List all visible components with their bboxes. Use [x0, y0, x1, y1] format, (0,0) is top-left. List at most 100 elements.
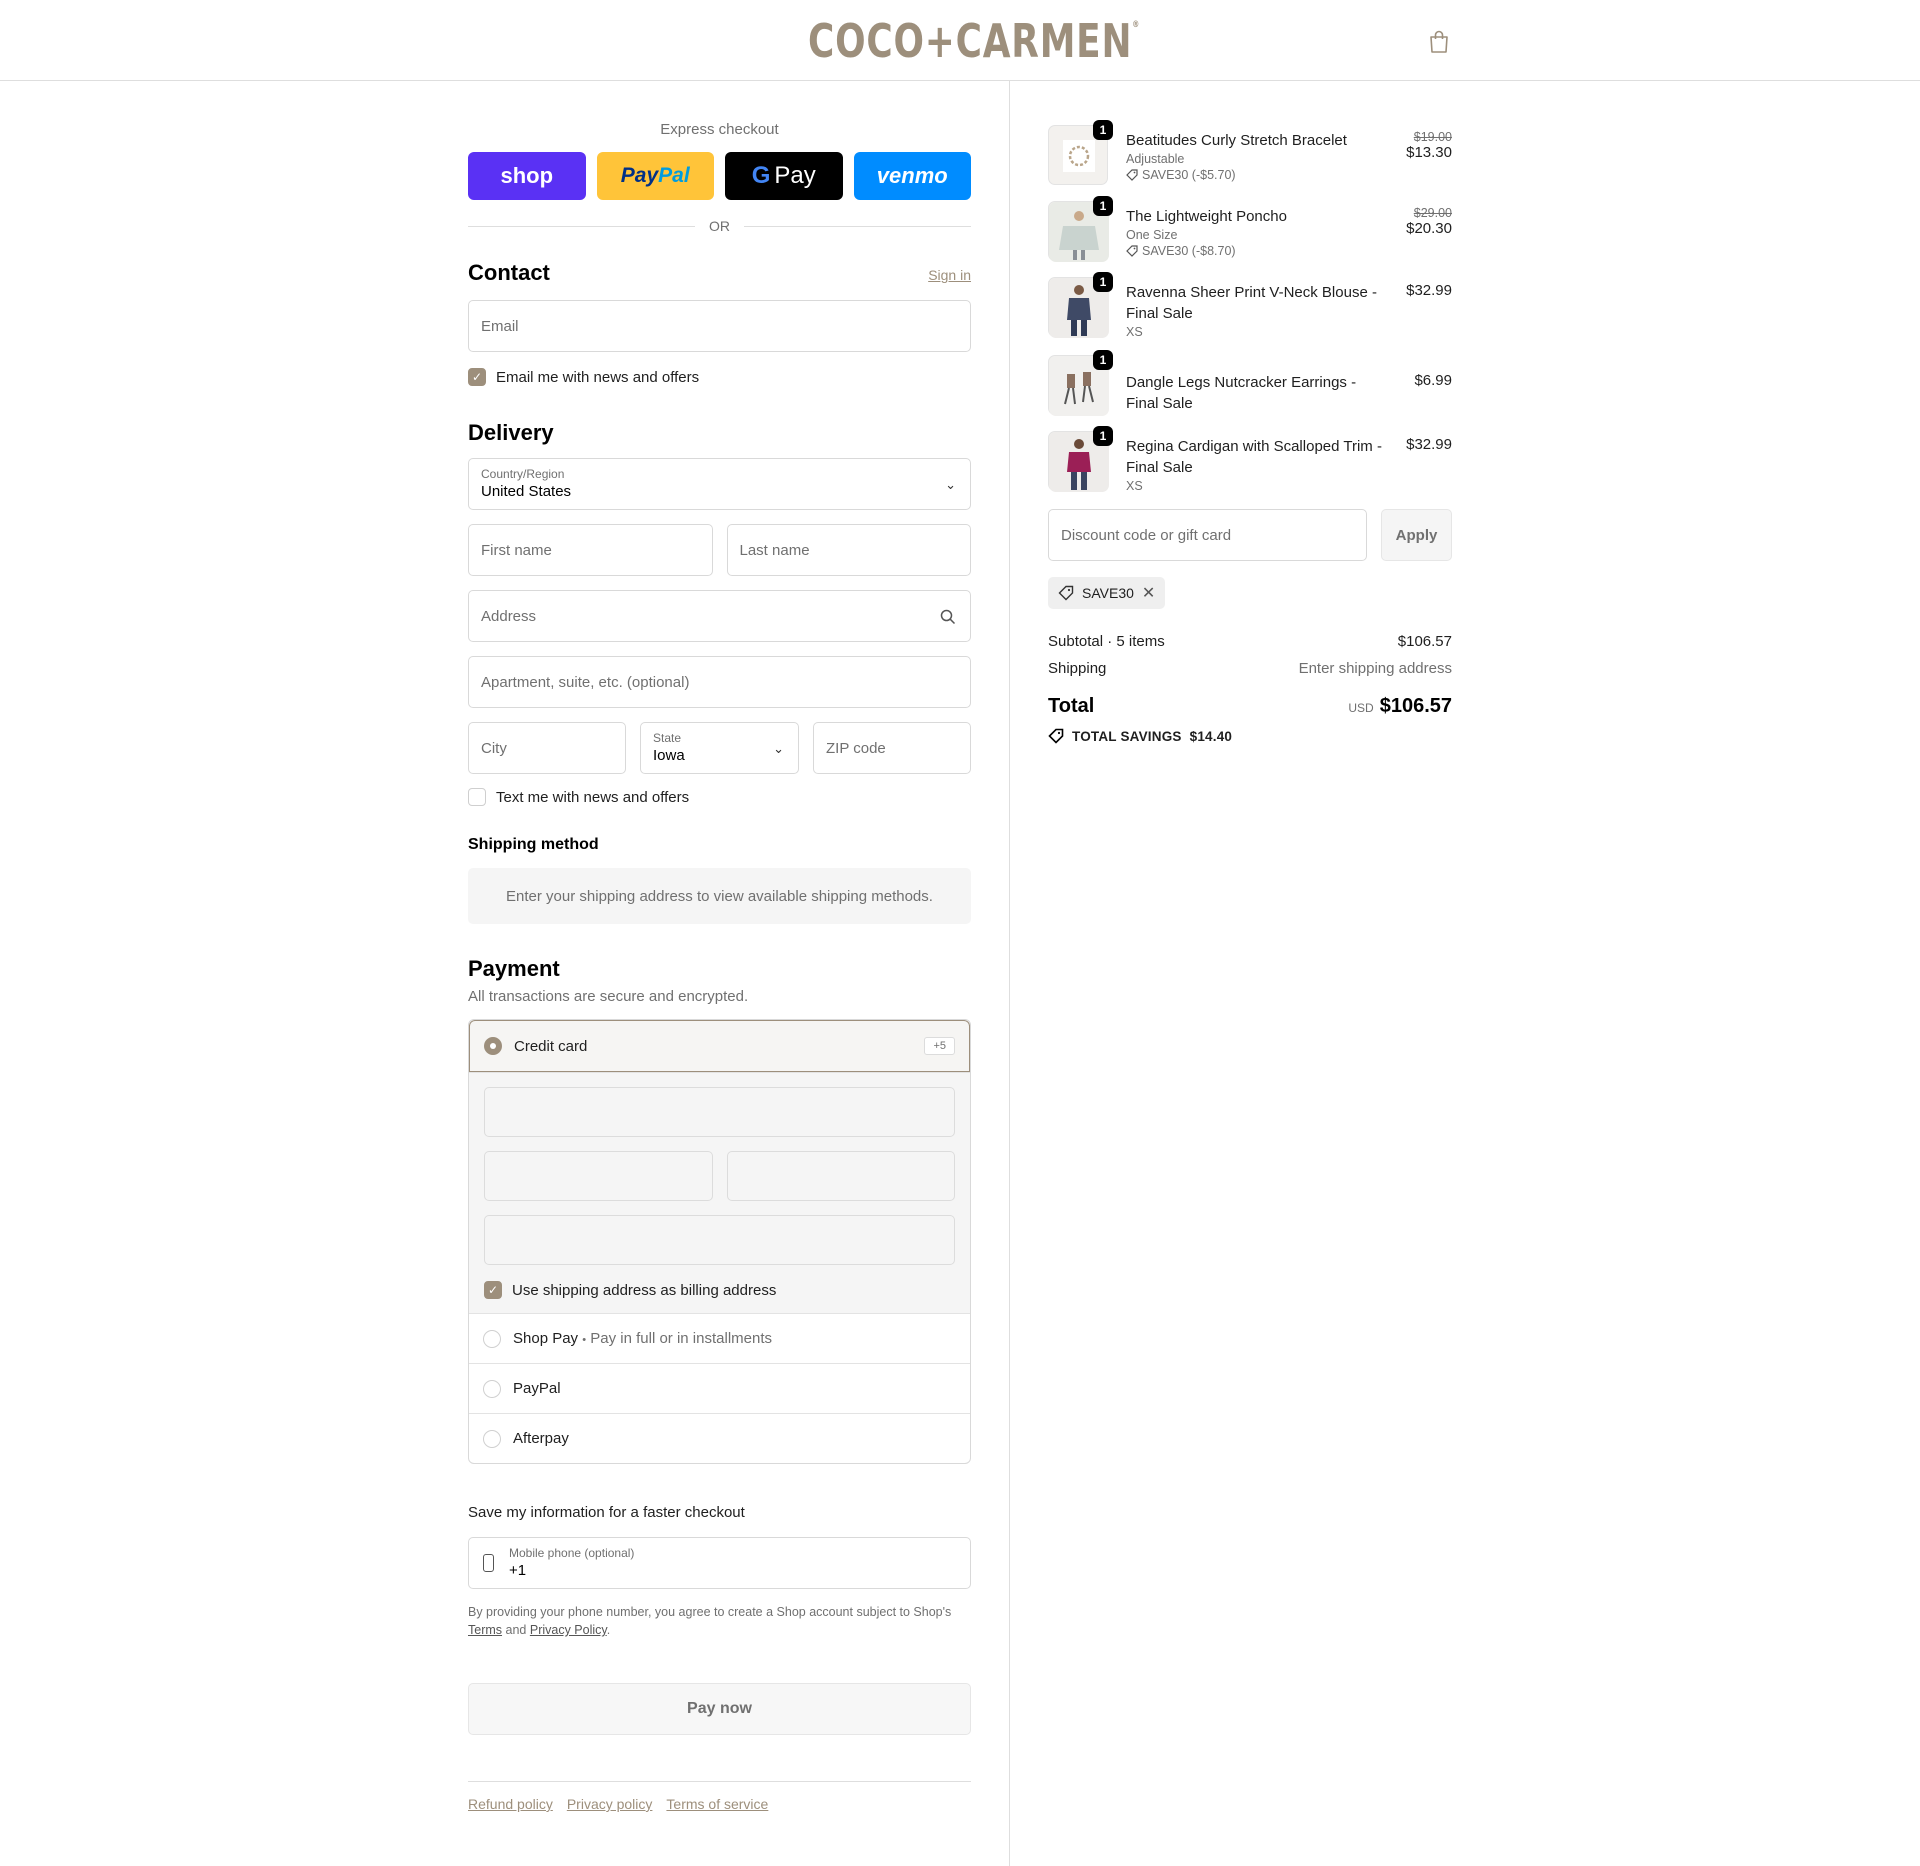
item-variant: XS: [1126, 479, 1143, 493]
radio-unselected-icon[interactable]: [483, 1429, 501, 1448]
email-news-checkbox-row[interactable]: ✓ Email me with news and offers: [468, 368, 971, 386]
quantity-badge: 1: [1093, 272, 1113, 292]
text-news-checkbox-row[interactable]: Text me with news and offers: [468, 788, 971, 806]
venmo-button[interactable]: venmo: [853, 152, 971, 200]
shop-pay-button[interactable]: shop: [468, 152, 586, 200]
refund-policy-link[interactable]: Refund policy: [468, 1796, 553, 1812]
mobile-phone-icon: [483, 1554, 494, 1572]
card-expiry-field[interactable]: [484, 1151, 713, 1201]
contact-title: Contact: [468, 260, 550, 285]
google-pay-button[interactable]: G Pay: [725, 152, 843, 200]
payment-option-paypal[interactable]: PayPal: [469, 1363, 970, 1413]
shipping-method-title: Shipping method: [468, 836, 599, 853]
order-item: 1 The Lightweight Poncho One Size SAVE30…: [1048, 196, 1452, 262]
payment-option-credit-card[interactable]: Credit card +5: [469, 1020, 970, 1072]
checkbox-unchecked-icon[interactable]: [468, 788, 486, 806]
checkbox-checked-icon[interactable]: ✓: [484, 1281, 502, 1299]
total-row: Total USD $106.57: [1048, 695, 1452, 717]
quantity-badge: 1: [1093, 196, 1113, 216]
state-select[interactable]: State Iowa ⌄: [640, 722, 799, 774]
item-name: The Lightweight Poncho: [1126, 208, 1287, 225]
checkbox-checked-icon[interactable]: ✓: [468, 368, 486, 386]
product-image: 1: [1048, 196, 1113, 262]
checkout-header: COCO+CARMEN®: [0, 0, 1920, 81]
item-price: $32.99: [1406, 282, 1452, 299]
item-variant: One Size: [1126, 228, 1178, 242]
remove-discount-icon[interactable]: ✕: [1142, 583, 1155, 603]
tag-icon: [1126, 245, 1138, 257]
item-discount: SAVE30 (-$5.70): [1126, 168, 1392, 182]
sign-in-link[interactable]: Sign in: [928, 267, 971, 283]
zip-field[interactable]: ZIP code: [813, 722, 971, 774]
item-variant: Adjustable: [1126, 152, 1185, 166]
shipping-method-message: Enter your shipping address to view avai…: [468, 868, 971, 924]
address-field[interactable]: Address: [468, 590, 971, 642]
quantity-badge: 1: [1093, 350, 1113, 370]
tag-icon: [1126, 169, 1138, 181]
card-name-field[interactable]: [484, 1215, 955, 1265]
radio-unselected-icon[interactable]: [483, 1379, 501, 1398]
item-name: Regina Cardigan with Scalloped Trim - Fi…: [1126, 438, 1382, 476]
item-price: $6.99: [1414, 372, 1452, 389]
chevron-down-icon: ⌄: [773, 741, 784, 756]
item-name: Ravenna Sheer Print V-Neck Blouse - Fina…: [1126, 284, 1377, 322]
product-image: 1: [1048, 272, 1113, 338]
product-image: 1: [1048, 120, 1113, 185]
payment-options: Credit card +5 ✓ Use shipping address as…: [468, 1019, 971, 1464]
payment-option-afterpay[interactable]: Afterpay: [469, 1413, 970, 1463]
payment-option-shop-pay[interactable]: Shop Pay • Pay in full or in installment…: [469, 1313, 970, 1363]
mobile-phone-field[interactable]: Mobile phone (optional) +1: [468, 1537, 971, 1589]
last-name-field[interactable]: Last name: [726, 524, 971, 576]
express-checkout-title: Express checkout: [660, 121, 779, 138]
first-name-field[interactable]: First name: [468, 524, 713, 576]
pay-now-button[interactable]: Pay now: [468, 1683, 971, 1735]
apply-discount-button[interactable]: Apply: [1381, 509, 1452, 561]
item-price: $19.00 $13.30: [1406, 130, 1452, 161]
shopping-bag-icon[interactable]: [1428, 30, 1450, 54]
quantity-badge: 1: [1093, 120, 1113, 140]
billing-address-checkbox-row[interactable]: ✓ Use shipping address as billing addres…: [484, 1281, 955, 1299]
applied-discount-chip: SAVE30 ✕: [1048, 577, 1166, 609]
radio-unselected-icon[interactable]: [483, 1329, 501, 1348]
city-field[interactable]: City: [468, 722, 626, 774]
order-summary-column: 1 Beatitudes Curly Stretch Bracelet Adju…: [1010, 81, 1920, 1866]
card-security-code-field[interactable]: [726, 1151, 955, 1201]
footer-policy-links: Refund policy Privacy policy Terms of se…: [468, 1781, 971, 1812]
shipping-row: Shipping Enter shipping address: [1048, 660, 1452, 677]
contact-section-header: Contact Sign in: [468, 260, 971, 286]
terms-of-service-link[interactable]: Terms of service: [666, 1796, 768, 1812]
country-select[interactable]: Country/Region United States ⌄: [468, 458, 971, 510]
product-image: 1: [1048, 426, 1113, 492]
subtotal-row: Subtotal · 5 items $106.57: [1048, 633, 1452, 650]
delivery-title: Delivery: [468, 420, 554, 445]
apartment-field[interactable]: Apartment, suite, etc. (optional): [468, 656, 971, 708]
checkout-form-column: Express checkout shop Pay Pal G Pay venmo …: [0, 81, 1010, 1866]
privacy-policy-link[interactable]: Privacy Policy: [530, 1623, 607, 1637]
discount-code-input[interactable]: Discount code or gift card: [1048, 509, 1367, 561]
product-image: 1: [1048, 350, 1113, 416]
search-icon: [940, 609, 956, 625]
item-name: Dangle Legs Nutcracker Earrings - Final …: [1126, 374, 1357, 412]
paypal-button[interactable]: Pay Pal: [596, 152, 714, 200]
item-discount: SAVE30 (-$8.70): [1126, 244, 1392, 258]
item-price: $32.99: [1406, 436, 1452, 453]
credit-card-form: ✓ Use shipping address as billing addres…: [469, 1072, 970, 1313]
payment-subtitle: All transactions are secure and encrypte…: [468, 988, 749, 1005]
or-divider: OR: [468, 218, 971, 234]
radio-selected-icon[interactable]: [484, 1037, 502, 1055]
card-number-field[interactable]: [484, 1087, 955, 1137]
item-name: Beatitudes Curly Stretch Bracelet: [1126, 132, 1347, 149]
item-price: $29.00 $20.30: [1406, 206, 1452, 237]
discount-code-row: Discount code or gift card Apply: [1048, 509, 1452, 561]
terms-link[interactable]: Terms: [468, 1623, 502, 1637]
order-item: 1 Ravenna Sheer Print V-Neck Blouse - Fi…: [1048, 272, 1452, 339]
express-checkout-buttons: shop Pay Pal G Pay venmo: [468, 152, 971, 200]
chevron-down-icon: ⌄: [945, 477, 956, 492]
order-item: 1 Regina Cardigan with Scalloped Trim - …: [1048, 426, 1452, 493]
store-logo[interactable]: COCO+CARMEN®: [808, 14, 1140, 68]
email-field[interactable]: Email: [468, 300, 971, 352]
shop-legal-text: By providing your phone number, you agre…: [468, 1605, 952, 1637]
privacy-policy-footer-link[interactable]: Privacy policy: [567, 1796, 653, 1812]
quantity-badge: 1: [1093, 426, 1113, 446]
more-cards-badge: +5: [924, 1037, 955, 1055]
